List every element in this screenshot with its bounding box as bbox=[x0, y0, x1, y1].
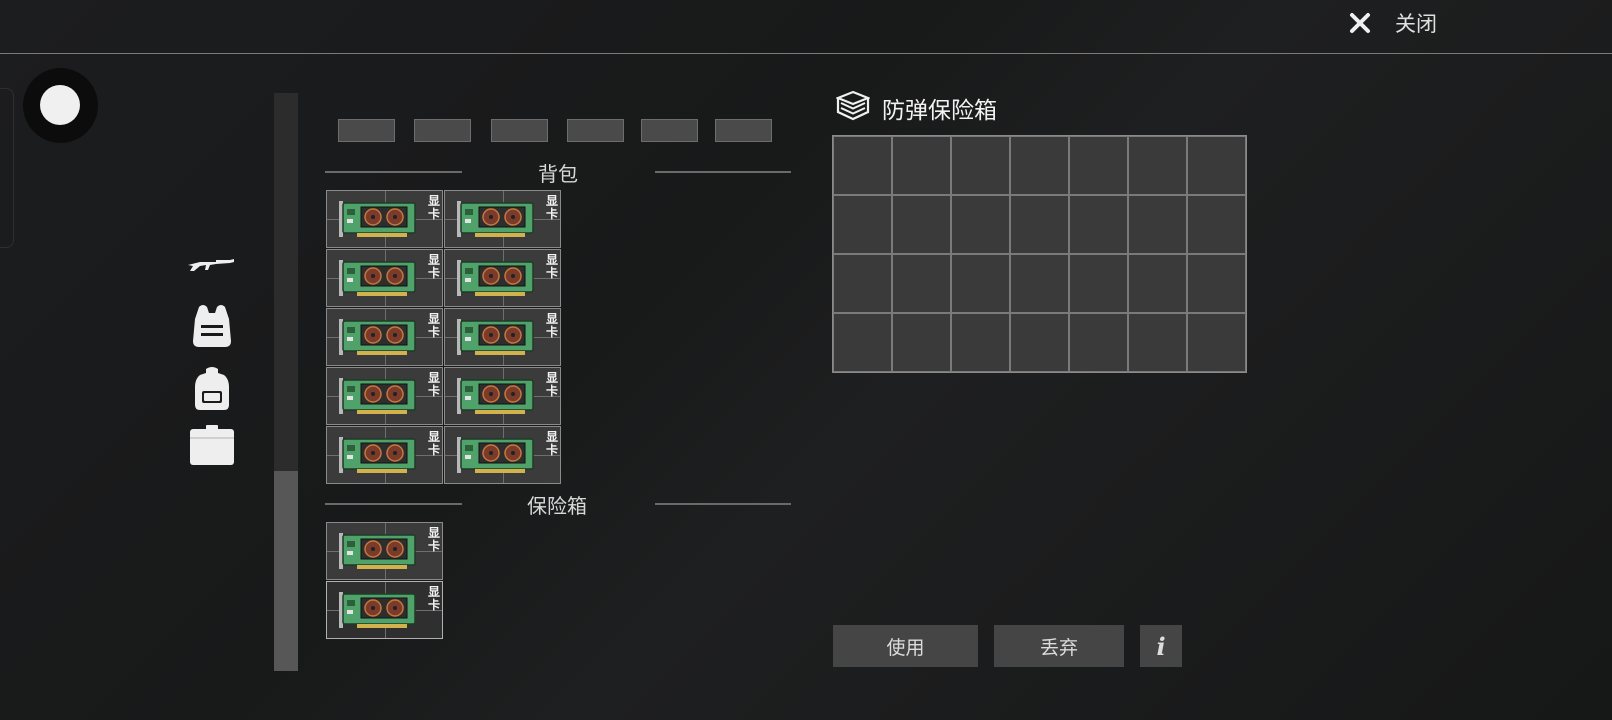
quick-slot-1[interactable] bbox=[338, 119, 395, 142]
container-slot[interactable] bbox=[951, 136, 1010, 195]
container-slot[interactable] bbox=[892, 313, 951, 372]
container-slot[interactable] bbox=[951, 254, 1010, 313]
close-x-icon[interactable] bbox=[1345, 8, 1375, 38]
item-graphics-card[interactable]: 显卡 bbox=[444, 367, 561, 425]
item-graphics-card[interactable]: 显卡 bbox=[444, 308, 561, 366]
container-slot[interactable] bbox=[1187, 254, 1246, 313]
container-slot[interactable] bbox=[1010, 254, 1069, 313]
close-label[interactable]: 关闭 bbox=[1395, 8, 1437, 38]
container-slot[interactable] bbox=[833, 195, 892, 254]
item-graphics-card[interactable]: 显卡 bbox=[326, 190, 443, 248]
backpack-section-title: 背包 bbox=[538, 162, 578, 186]
container-slot[interactable] bbox=[892, 254, 951, 313]
inventory-scrollbar[interactable] bbox=[274, 93, 298, 671]
container-header: 防弹保险箱 bbox=[835, 90, 997, 126]
item-graphics-card[interactable]: 显卡 bbox=[326, 522, 443, 580]
container-slot[interactable] bbox=[1128, 313, 1187, 372]
close-button[interactable]: 关闭 bbox=[1345, 6, 1437, 40]
container-slot[interactable] bbox=[1069, 136, 1128, 195]
item-tag: 显卡 bbox=[545, 430, 558, 457]
section-divider bbox=[655, 171, 791, 173]
container-slot[interactable] bbox=[1010, 136, 1069, 195]
container-slot[interactable] bbox=[1069, 195, 1128, 254]
item-tag: 显卡 bbox=[427, 430, 440, 457]
discard-button[interactable]: 丢弃 bbox=[994, 625, 1124, 667]
safe-section-title: 保险箱 bbox=[527, 494, 587, 518]
item-tag: 显卡 bbox=[427, 194, 440, 221]
item-graphics-card[interactable]: 显卡 bbox=[326, 367, 443, 425]
avatar[interactable] bbox=[23, 68, 98, 143]
section-divider bbox=[325, 171, 462, 173]
container-slot[interactable] bbox=[833, 136, 892, 195]
item-tag: 显卡 bbox=[545, 312, 558, 339]
item-graphics-card[interactable]: 显卡 bbox=[444, 190, 561, 248]
quick-slot-5[interactable] bbox=[641, 119, 698, 142]
item-graphics-card[interactable]: 显卡 bbox=[444, 249, 561, 307]
backpack-icon[interactable] bbox=[190, 364, 234, 412]
avatar-dot bbox=[40, 85, 80, 125]
container-title: 防弹保险箱 bbox=[882, 98, 997, 124]
info-button[interactable]: i bbox=[1140, 625, 1182, 667]
chest-rig-icon[interactable] bbox=[188, 300, 236, 350]
container-slot[interactable] bbox=[951, 313, 1010, 372]
item-tag: 显卡 bbox=[427, 585, 440, 612]
item-graphics-card[interactable]: 显卡 bbox=[326, 308, 443, 366]
container-slot[interactable] bbox=[1187, 195, 1246, 254]
container-slot[interactable] bbox=[1010, 313, 1069, 372]
item-tag: 显卡 bbox=[545, 371, 558, 398]
container-slot[interactable] bbox=[892, 195, 951, 254]
safe-case-icon[interactable] bbox=[188, 424, 236, 468]
stacked-box-icon bbox=[835, 90, 871, 126]
quick-slot-2[interactable] bbox=[414, 119, 471, 142]
section-divider bbox=[325, 503, 462, 505]
container-slot[interactable] bbox=[1128, 195, 1187, 254]
container-slot[interactable] bbox=[833, 254, 892, 313]
section-divider bbox=[655, 503, 791, 505]
use-button[interactable]: 使用 bbox=[833, 625, 978, 667]
rifle-icon[interactable] bbox=[186, 252, 236, 278]
item-tag: 显卡 bbox=[545, 253, 558, 280]
container-slot[interactable] bbox=[1128, 254, 1187, 313]
container-slot[interactable] bbox=[951, 195, 1010, 254]
item-tag: 显卡 bbox=[427, 253, 440, 280]
container-slot[interactable] bbox=[1069, 254, 1128, 313]
container-slot[interactable] bbox=[1010, 195, 1069, 254]
item-graphics-card[interactable]: 显卡 bbox=[326, 249, 443, 307]
item-graphics-card[interactable]: 显卡 bbox=[326, 426, 443, 484]
container-grid bbox=[832, 135, 1247, 373]
item-tag: 显卡 bbox=[427, 312, 440, 339]
container-slot[interactable] bbox=[1128, 136, 1187, 195]
item-graphics-card[interactable]: 显卡 bbox=[326, 581, 443, 639]
container-slot[interactable] bbox=[892, 136, 951, 195]
item-graphics-card[interactable]: 显卡 bbox=[444, 426, 561, 484]
item-tag: 显卡 bbox=[427, 526, 440, 553]
container-slot[interactable] bbox=[1187, 313, 1246, 372]
quick-slot-3[interactable] bbox=[491, 119, 548, 142]
item-tag: 显卡 bbox=[427, 371, 440, 398]
top-bar: 关闭 bbox=[0, 0, 1612, 54]
scrollbar-thumb[interactable] bbox=[274, 471, 298, 671]
quick-slot-6[interactable] bbox=[715, 119, 772, 142]
container-slot[interactable] bbox=[833, 313, 892, 372]
item-tag: 显卡 bbox=[545, 194, 558, 221]
quick-slot-4[interactable] bbox=[567, 119, 624, 142]
left-edge-panel bbox=[0, 88, 14, 248]
container-slot[interactable] bbox=[1069, 313, 1128, 372]
container-slot[interactable] bbox=[1187, 136, 1246, 195]
